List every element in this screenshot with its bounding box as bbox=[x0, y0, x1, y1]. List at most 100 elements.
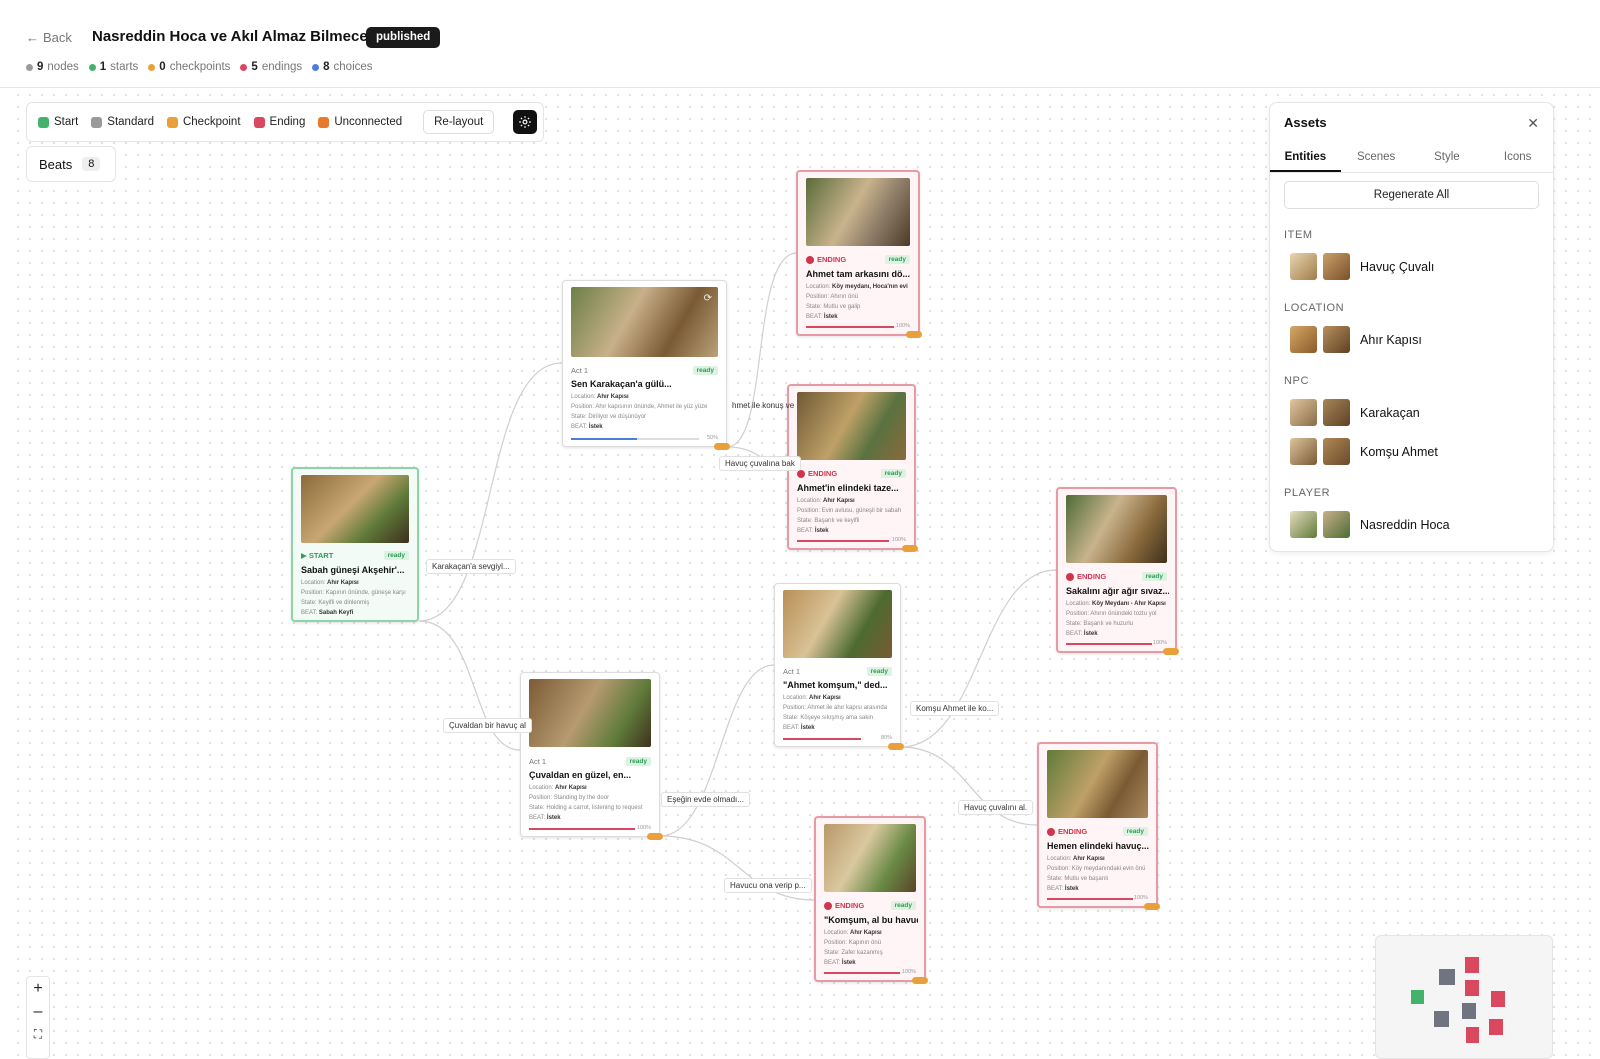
node-kind: ENDING bbox=[824, 901, 864, 910]
edge-label[interactable]: Karakaçan'a sevgiyl... bbox=[426, 559, 516, 574]
scene-image bbox=[824, 824, 916, 892]
tab-entities[interactable]: Entities bbox=[1270, 143, 1341, 172]
story-node-standard[interactable]: Act 1 ready Çuvaldan en güzel, en... Loca… bbox=[520, 672, 663, 840]
back-label: Back bbox=[43, 30, 72, 45]
progress-bar bbox=[797, 540, 889, 542]
entity-thumbnail bbox=[1323, 326, 1350, 353]
entity-thumbnail bbox=[1323, 253, 1350, 280]
top-bar: ← Back Nasreddin Hoca ve Akıl Almaz Bilm… bbox=[0, 0, 1600, 88]
entity-thumbnail bbox=[1290, 399, 1317, 426]
entity-row[interactable]: Ahır Kapısı bbox=[1290, 326, 1422, 353]
section-item: ITEM bbox=[1284, 229, 1313, 241]
settings-button[interactable] bbox=[513, 110, 538, 134]
progress-bar bbox=[806, 326, 894, 328]
edge-label[interactable]: Komşu Ahmet ile ko... bbox=[910, 701, 1000, 716]
stat-dot bbox=[26, 63, 33, 71]
output-handle[interactable] bbox=[647, 833, 663, 840]
progress-bar bbox=[529, 828, 635, 830]
story-node-ending[interactable]: ENDING ready Hemen elindeki havuç... Loca… bbox=[1037, 742, 1160, 910]
stat-choices: 8 choices bbox=[312, 61, 373, 73]
progress-bar bbox=[1066, 643, 1152, 645]
entity-thumbnail bbox=[1290, 253, 1317, 280]
story-node-ending[interactable]: ENDING ready Ahmet tam arkasını dö... Loc… bbox=[796, 170, 922, 338]
zoom-out-button[interactable]: – bbox=[27, 1000, 49, 1023]
progress-pct: 100% bbox=[1133, 895, 1148, 901]
tab-style[interactable]: Style bbox=[1412, 143, 1483, 172]
legend-standard: Standard bbox=[91, 116, 154, 128]
node-kind: ENDING bbox=[1047, 827, 1087, 836]
edge-label[interactable]: Çuvaldan bir havuç al bbox=[443, 718, 532, 733]
back-button[interactable]: ← Back bbox=[26, 30, 72, 45]
story-node-standard[interactable]: ⟳ Act 1 ready Sen Karakaçan'a gülü... Loc… bbox=[562, 280, 730, 450]
legend-unconnected: Unconnected bbox=[318, 116, 402, 128]
node-title: "Ahmet komşum," ded... bbox=[783, 680, 888, 690]
stat-dot bbox=[240, 63, 248, 71]
node-title: "Komşum, al bu havuc... bbox=[824, 915, 918, 925]
output-handle[interactable] bbox=[714, 443, 730, 450]
node-kind: Act 1 bbox=[529, 757, 547, 766]
section-npc: NPC bbox=[1284, 375, 1310, 387]
legend-start: Start bbox=[38, 116, 78, 128]
output-handle[interactable] bbox=[912, 977, 928, 984]
arrow-left-icon: ← bbox=[26, 30, 39, 45]
node-title: Sabah güneşi Akşehir'... bbox=[301, 565, 405, 575]
story-node-ending[interactable]: ENDING ready "Komşum, al bu havuc... Loca… bbox=[814, 816, 928, 984]
tab-icons[interactable]: Icons bbox=[1482, 143, 1553, 172]
node-kind: ENDING bbox=[806, 255, 846, 264]
node-meta: Location: Köy meydanı, Hoca'nın evi Posit… bbox=[806, 284, 908, 320]
output-handle[interactable] bbox=[1163, 648, 1179, 655]
story-node-standard[interactable]: Act 1 ready "Ahmet komşum," ded... Locati… bbox=[774, 583, 904, 750]
entity-row[interactable]: Havuç Çuvalı bbox=[1290, 253, 1434, 280]
node-title: Ahmet'in elindeki taze... bbox=[797, 483, 899, 493]
edge-label[interactable]: hmet ile konuş ve bbox=[727, 399, 799, 412]
story-node-ending[interactable]: ENDING ready Sakalını ağır ağır sıvaz... … bbox=[1056, 487, 1179, 655]
stat-nodes: 9 nodes bbox=[26, 61, 79, 73]
tab-scenes[interactable]: Scenes bbox=[1341, 143, 1412, 172]
legend-checkpoint: Checkpoint bbox=[166, 116, 241, 128]
node-meta: Location: Ahır Kapısı Position: Ahmet ile… bbox=[783, 695, 888, 731]
node-title: Ahmet tam arkasını dö... bbox=[806, 269, 911, 279]
ready-badge: ready bbox=[890, 901, 916, 910]
ready-badge: ready bbox=[383, 551, 409, 560]
minimap[interactable] bbox=[1375, 935, 1553, 1059]
story-stats: 9 nodes 1 starts 0 checkpoints 5 endings 8 ch… bbox=[26, 61, 373, 73]
stat-dot bbox=[312, 63, 320, 71]
entity-row[interactable]: Komşu Ahmet bbox=[1290, 438, 1438, 465]
entity-row[interactable]: Nasreddin Hoca bbox=[1290, 511, 1450, 538]
refresh-icon[interactable]: ⟳ bbox=[704, 293, 712, 304]
output-handle[interactable] bbox=[906, 331, 922, 338]
zoom-controls: + – ⛶ bbox=[26, 976, 50, 1059]
close-icon[interactable]: ✕ bbox=[1527, 115, 1539, 132]
node-kind: ENDING bbox=[1066, 572, 1106, 581]
edge-label[interactable]: Eşeğin evde olmadı... bbox=[661, 792, 750, 807]
progress-bar bbox=[783, 738, 861, 740]
legend-ending: Ending bbox=[253, 116, 305, 128]
fit-view-button[interactable]: ⛶ bbox=[27, 1023, 49, 1046]
node-meta: Location: Ahır Kapısı Position: Standing … bbox=[529, 785, 643, 821]
entity-thumbnail bbox=[1290, 326, 1317, 353]
entity-name: Ahır Kapısı bbox=[1360, 332, 1422, 347]
output-handle[interactable] bbox=[902, 545, 918, 552]
progress-bar bbox=[571, 438, 699, 440]
zoom-in-button[interactable]: + bbox=[27, 977, 49, 1000]
node-kind: ▶ START bbox=[301, 551, 334, 560]
page-title: Nasreddin Hoca ve Akıl Almaz Bilmece bbox=[92, 28, 368, 45]
scene-image bbox=[797, 392, 906, 460]
output-handle[interactable] bbox=[1144, 903, 1160, 910]
story-node-ending[interactable]: ENDING ready Ahmet'in elindeki taze... Lo… bbox=[787, 384, 918, 552]
ready-badge: ready bbox=[692, 366, 718, 375]
beats-button[interactable]: Beats 8 bbox=[26, 146, 116, 182]
edge-label[interactable]: Havuç çuvalını al. bbox=[958, 800, 1034, 815]
entity-thumbnail bbox=[1323, 399, 1350, 426]
output-handle[interactable] bbox=[888, 743, 904, 750]
regenerate-all-button[interactable]: Regenerate All bbox=[1284, 181, 1539, 209]
progress-pct: 100% bbox=[901, 969, 916, 975]
scene-image bbox=[806, 178, 910, 246]
edge-label[interactable]: Havucu ona verip p... bbox=[724, 878, 812, 893]
stat-dot bbox=[88, 63, 96, 71]
entity-thumbnail bbox=[1323, 438, 1350, 465]
story-node-start[interactable]: ▶ START ready Sabah güneşi Akşehir'... Lo… bbox=[291, 467, 419, 622]
relayout-button[interactable]: Re-layout bbox=[423, 110, 495, 134]
edge-label[interactable]: Havuç çuvalına bak bbox=[719, 456, 801, 471]
entity-row[interactable]: Karakaçan bbox=[1290, 399, 1420, 426]
